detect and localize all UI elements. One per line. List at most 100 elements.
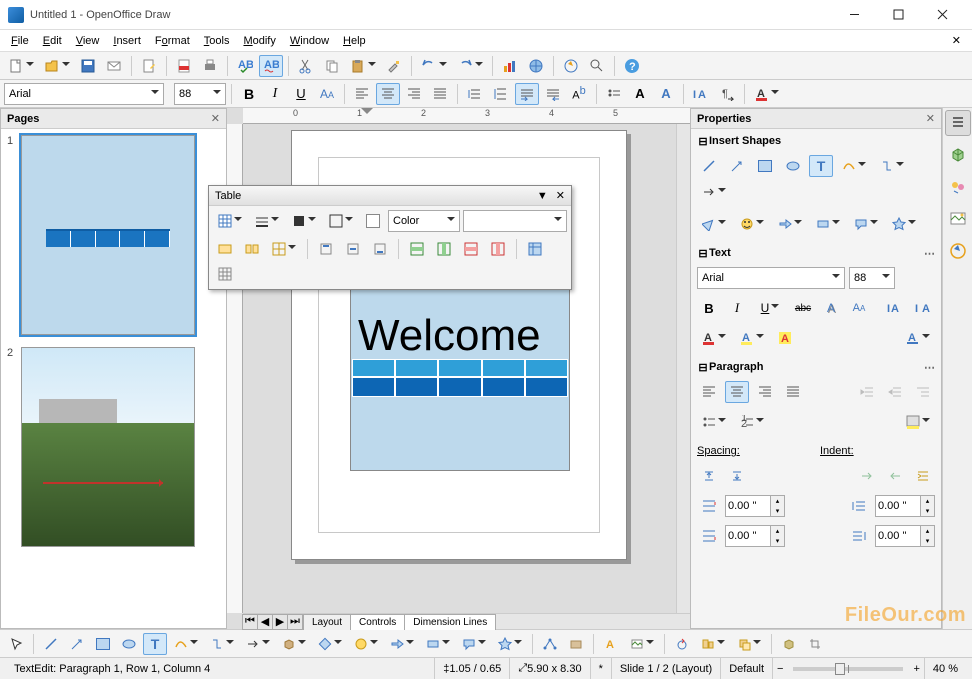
shape-ellipse[interactable] — [781, 155, 805, 177]
space-below-input[interactable]: ▴▾ — [725, 525, 785, 547]
bt-blockarrow[interactable] — [385, 633, 419, 655]
page-thumb-2[interactable]: 2 — [7, 347, 220, 547]
edit-file-button[interactable] — [137, 55, 161, 77]
chart-button[interactable] — [498, 55, 522, 77]
pages-close-icon[interactable]: ✕ — [211, 112, 220, 125]
bt-flowchart[interactable] — [421, 633, 455, 655]
para-dec-indent[interactable] — [883, 381, 907, 403]
status-zoom[interactable]: 40 % — [924, 658, 966, 679]
underline-button[interactable]: U — [289, 83, 313, 105]
welcome-text[interactable]: Welcome — [358, 311, 541, 361]
bt-lines[interactable] — [241, 633, 275, 655]
prop-underline[interactable]: U — [753, 297, 787, 319]
prop-charspacing[interactable]: A — [901, 327, 935, 349]
redo-button[interactable] — [453, 55, 487, 77]
sidebar-3d-tab[interactable] — [945, 142, 971, 168]
bt-arrow[interactable] — [65, 633, 89, 655]
bt-pointer[interactable] — [4, 633, 28, 655]
shape-blockarrow[interactable] — [773, 213, 807, 235]
spellcheck-button[interactable]: ABC — [233, 55, 257, 77]
tbl-table[interactable] — [213, 210, 247, 232]
sidebar-properties-tab[interactable] — [945, 110, 971, 136]
tbl-props[interactable] — [213, 263, 237, 285]
indent-left-input[interactable]: ▴▾ — [875, 495, 935, 517]
menu-close-doc[interactable]: ✕ — [945, 32, 968, 49]
prop-charbg[interactable]: A — [773, 327, 797, 349]
ltr-button[interactable] — [515, 83, 539, 105]
tbl-linecolor[interactable] — [287, 210, 321, 232]
para-more-icon[interactable]: ⋯ — [924, 361, 935, 374]
bt-arrange[interactable] — [732, 633, 766, 655]
indent-first-btn[interactable] — [911, 465, 935, 487]
undo-button[interactable] — [417, 55, 451, 77]
menu-help[interactable]: Help — [336, 33, 373, 49]
section-insert-shapes[interactable]: ⊟Insert Shapes — [695, 131, 937, 151]
menu-edit[interactable]: Edit — [36, 33, 69, 49]
prop-doubleA[interactable]: AA — [847, 297, 871, 319]
bt-curve[interactable] — [169, 633, 203, 655]
bold-button[interactable]: B — [237, 83, 261, 105]
menu-modify[interactable]: Modify — [236, 33, 282, 49]
zoom-slider[interactable] — [793, 667, 903, 671]
tab-layout[interactable]: Layout — [303, 614, 351, 630]
minimize-button[interactable] — [832, 1, 876, 29]
hyperlink-button[interactable] — [524, 55, 548, 77]
open-button[interactable] — [40, 55, 74, 77]
tab-next-button[interactable]: ▶ — [272, 614, 288, 630]
autospell-button[interactable]: ABC — [259, 55, 283, 77]
align-center-button[interactable] — [376, 83, 400, 105]
section-text[interactable]: ⊟Text⋯ — [695, 243, 937, 263]
para-numbering[interactable]: 12 — [735, 411, 769, 433]
fontcolor-dd-button[interactable]: A — [750, 83, 784, 105]
mail-button[interactable] — [102, 55, 126, 77]
para-align-justify[interactable] — [781, 381, 805, 403]
bt-callout[interactable] — [457, 633, 491, 655]
tbl-borders[interactable] — [324, 210, 358, 232]
tbl-linestyle[interactable] — [250, 210, 284, 232]
shape-star[interactable] — [887, 213, 921, 235]
bt-symbol[interactable] — [349, 633, 383, 655]
para-bullets[interactable] — [697, 411, 731, 433]
bt-align[interactable] — [696, 633, 730, 655]
properties-close-icon[interactable]: ✕ — [926, 112, 935, 125]
tbl-color-value[interactable] — [463, 210, 567, 232]
tbl-delete-row[interactable] — [459, 238, 483, 260]
space-dec[interactable] — [725, 465, 749, 487]
thumbnail-1[interactable] — [21, 135, 195, 335]
font-color-a-button[interactable]: A — [628, 83, 652, 105]
tbl-split[interactable] — [240, 238, 264, 260]
bt-rect[interactable] — [91, 633, 115, 655]
tab-controls[interactable]: Controls — [350, 614, 405, 630]
menu-file[interactable]: File — [4, 33, 36, 49]
shape-lines-more[interactable] — [697, 181, 731, 203]
pages-body[interactable]: 1 2 — [1, 129, 226, 628]
navigator-button[interactable] — [559, 55, 583, 77]
space-inc[interactable] — [697, 465, 721, 487]
tbl-optimize[interactable] — [267, 238, 301, 260]
para-align-left[interactable] — [697, 381, 721, 403]
tbl-color-combo[interactable]: Color — [388, 210, 460, 232]
tbl-valign-top[interactable] — [314, 238, 338, 260]
zoom-button[interactable] — [585, 55, 609, 77]
new-button[interactable] — [4, 55, 38, 77]
bt-points[interactable] — [538, 633, 562, 655]
tbl-fillbox[interactable] — [361, 210, 385, 232]
rtl-button[interactable] — [541, 83, 565, 105]
bt-crop[interactable] — [803, 633, 827, 655]
section-paragraph[interactable]: ⊟Paragraph⋯ — [695, 357, 937, 377]
indent-left-btn[interactable] — [855, 465, 879, 487]
vertical-scrollbar[interactable] — [676, 124, 690, 613]
table-toolbar-header[interactable]: Table ▼ ✕ — [209, 186, 571, 206]
char-a-button[interactable]: A — [654, 83, 678, 105]
prop-bold[interactable]: B — [697, 297, 721, 319]
bt-basic[interactable] — [313, 633, 347, 655]
prop-fontcolor[interactable]: A — [697, 327, 731, 349]
shape-flowchart[interactable] — [811, 213, 845, 235]
bt-rotate[interactable] — [670, 633, 694, 655]
linespace1-button[interactable] — [463, 83, 487, 105]
menu-format[interactable]: Format — [148, 33, 197, 49]
tab-dimension[interactable]: Dimension Lines — [404, 614, 496, 630]
paintbrush-button[interactable] — [382, 55, 406, 77]
menu-view[interactable]: View — [69, 33, 107, 49]
sidebar-gallery-tab[interactable] — [945, 206, 971, 232]
